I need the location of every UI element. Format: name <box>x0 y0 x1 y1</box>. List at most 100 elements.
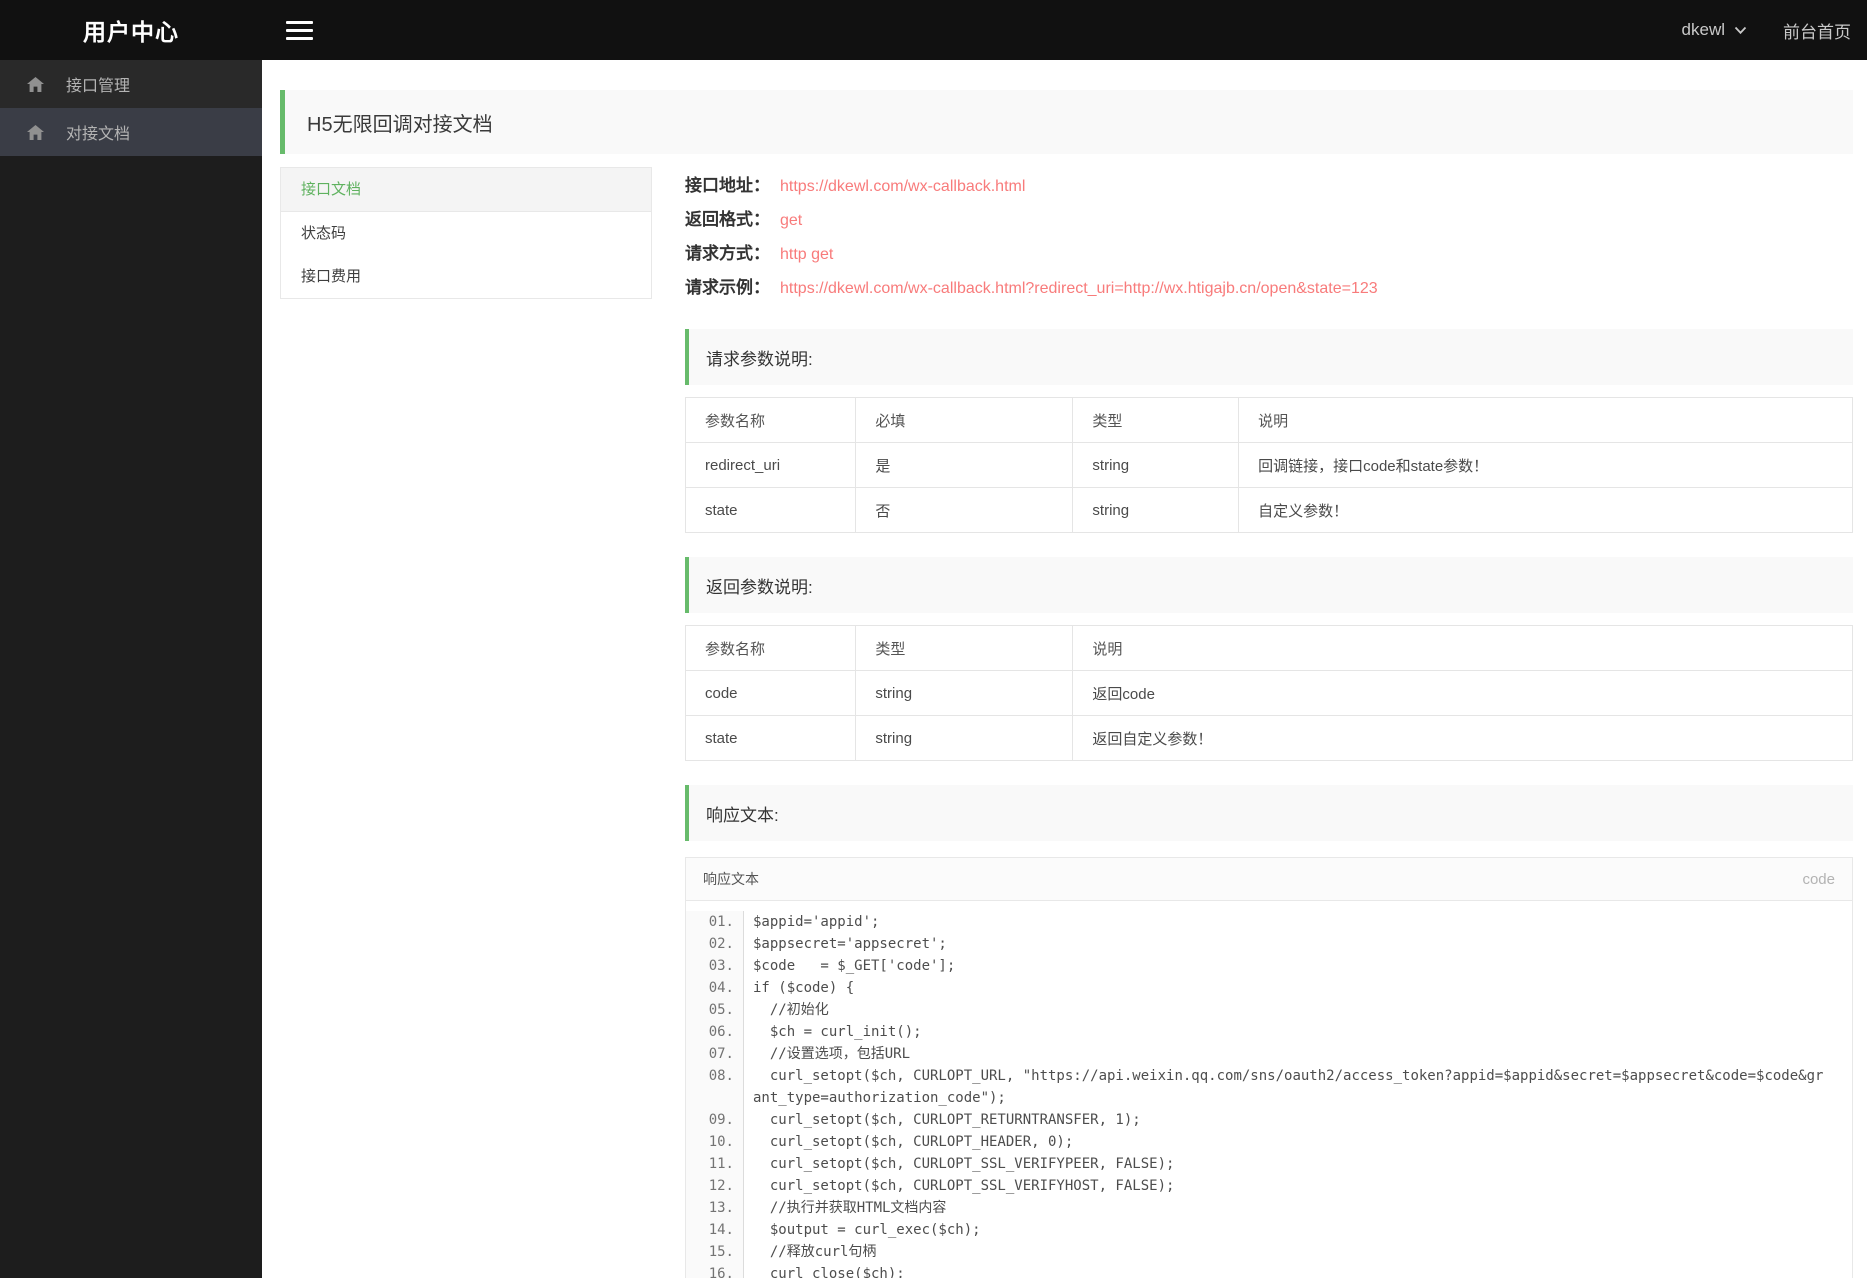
code-language-badge: code <box>1802 870 1835 888</box>
code-line: 08. curl_setopt($ch, CURLOPT_URL, "https… <box>686 1065 1852 1109</box>
code-line: 01. $appid='appid'; <box>686 911 1852 933</box>
table-cell: string <box>855 670 1074 716</box>
response-text-section-header: 响应文本: <box>685 785 1853 841</box>
code-text: $code = $_GET['code']; <box>753 958 956 974</box>
table-cell: string <box>855 715 1074 761</box>
info-value[interactable]: http get <box>780 246 833 263</box>
hamburger-menu-icon[interactable] <box>282 12 317 49</box>
line-number: 12. <box>686 1175 744 1197</box>
column-header: 说明 <box>1072 625 1853 671</box>
code-text: curl_setopt($ch, CURLOPT_SSL_VERIFYHOST,… <box>753 1178 1175 1194</box>
line-number: 01. <box>686 911 744 933</box>
table-cell: 返回自定义参数！ <box>1072 715 1853 761</box>
code-text: curl_setopt($ch, CURLOPT_HEADER, 0); <box>753 1134 1074 1150</box>
table-cell: string <box>1072 487 1240 533</box>
api-info-block: 接口地址： https://dkewl.com/wx-callback.html 返… <box>685 167 1853 305</box>
code-line: 06. $ch = curl_init(); <box>686 1021 1852 1043</box>
code-line: 05. //初始化 <box>686 999 1852 1021</box>
line-number: 04. <box>686 977 744 999</box>
chevron-down-icon <box>1734 26 1747 35</box>
line-number: 16. <box>686 1263 744 1278</box>
code-text: $appid='appid'; <box>753 914 880 930</box>
request-params-table: 参数名称 必填 类型 说明 redirect_uri 是 string 回调链接，接口code… <box>684 397 1853 533</box>
line-number: 07. <box>686 1043 744 1065</box>
column-header: 必填 <box>855 397 1074 443</box>
column-header: 说明 <box>1238 397 1853 443</box>
request-params-section-header: 请求参数说明: <box>685 329 1853 385</box>
line-number: 10. <box>686 1131 744 1153</box>
response-params-table: 参数名称 类型 说明 code string 返回code state string 返回自定义… <box>684 625 1853 761</box>
code-panel-header: 响应文本 code <box>686 858 1852 901</box>
hamburger-bar <box>286 28 313 32</box>
table-header-row: 参数名称 类型 说明 <box>684 625 1853 671</box>
code-text: //初始化 <box>753 1002 829 1018</box>
hamburger-bar <box>286 20 313 24</box>
line-number: 03. <box>686 955 744 977</box>
table-row: redirect_uri 是 string 回调链接，接口code和state参数！ <box>684 442 1853 488</box>
column-header: 参数名称 <box>684 397 857 443</box>
section-title: 返回参数说明: <box>706 577 813 597</box>
column-header: 类型 <box>1072 397 1240 443</box>
code-text: //执行并获取HTML文档内容 <box>753 1200 947 1216</box>
home-icon <box>27 76 44 92</box>
info-label: 接口地址： <box>685 176 770 195</box>
sidebar-item-0[interactable]: 接口管理 <box>0 60 262 108</box>
table-row: code string 返回code <box>684 670 1853 716</box>
code-line: 07. //设置选项，包括URL <box>686 1043 1852 1065</box>
line-number: 11. <box>686 1153 744 1175</box>
table-cell: 是 <box>855 442 1074 488</box>
table-row: state string 返回自定义参数！ <box>684 715 1853 761</box>
hamburger-bar <box>286 36 313 40</box>
header-right: dkewl 前台首页 <box>1682 18 1867 43</box>
line-number: 06. <box>686 1021 744 1043</box>
sidebar-item-1[interactable]: 对接文档 <box>0 108 262 156</box>
info-label: 请求示例： <box>685 278 770 297</box>
section-title: 请求参数说明: <box>706 349 813 369</box>
sidebar-item-label: 接口管理 <box>66 78 131 95</box>
doc-column: 接口地址： https://dkewl.com/wx-callback.html 返… <box>684 167 1853 1278</box>
table-cell: state <box>684 487 857 533</box>
code-line: 15. //释放curl句柄 <box>686 1241 1852 1263</box>
code-line: 16. curl_close($ch); <box>686 1263 1852 1278</box>
code-text: $ch = curl_init(); <box>753 1024 922 1040</box>
code-line: 14. $output = curl_exec($ch); <box>686 1219 1852 1241</box>
table-cell: 返回code <box>1072 670 1853 716</box>
code-text: //释放curl句柄 <box>753 1244 877 1260</box>
code-line: 09. curl_setopt($ch, CURLOPT_RETURNTRANS… <box>686 1109 1852 1131</box>
line-number: 15. <box>686 1241 744 1263</box>
code-text: $appsecret='appsecret'; <box>753 936 947 952</box>
table-header-row: 参数名称 必填 类型 说明 <box>684 397 1853 443</box>
code-line: 10. curl_setopt($ch, CURLOPT_HEADER, 0); <box>686 1131 1852 1153</box>
table-cell: state <box>684 715 857 761</box>
code-text: $output = curl_exec($ch); <box>753 1222 981 1238</box>
submenu-item-0[interactable]: 接口文档 <box>281 168 651 212</box>
sidebar-item-label: 对接文档 <box>66 126 131 143</box>
code-line: 04. if ($code) { <box>686 977 1852 999</box>
code-text: curl_setopt($ch, CURLOPT_RETURNTRANSFER,… <box>753 1112 1141 1128</box>
code-text: curl_close($ch); <box>753 1266 905 1278</box>
code-text: curl_setopt($ch, CURLOPT_SSL_VERIFYPEER,… <box>753 1156 1175 1172</box>
table-cell: 自定义参数！ <box>1238 487 1853 533</box>
info-label: 请求方式： <box>685 244 770 263</box>
app-brand: 用户中心 <box>83 19 179 45</box>
submenu-item-2[interactable]: 接口费用 <box>281 255 651 298</box>
top-header: 用户中心 dkewl 前台首页 <box>0 0 1867 60</box>
line-number: 13. <box>686 1197 744 1219</box>
info-value[interactable]: https://dkewl.com/wx-callback.html?redir… <box>780 280 1378 297</box>
info-value: get <box>780 212 803 229</box>
table-cell: string <box>1072 442 1240 488</box>
code-line: 12. curl_setopt($ch, CURLOPT_SSL_VERIFYH… <box>686 1175 1852 1197</box>
sidebar: 接口管理 对接文档 <box>0 60 262 1278</box>
user-dropdown[interactable]: dkewl <box>1682 20 1747 40</box>
table-row: state 否 string 自定义参数！ <box>684 487 1853 533</box>
code-text: if ($code) { <box>753 980 855 996</box>
front-home-link[interactable]: 前台首页 <box>1783 18 1851 43</box>
line-number: 14. <box>686 1219 744 1241</box>
line-number: 09. <box>686 1109 744 1131</box>
info-row-1: 返回格式： get <box>685 203 1853 237</box>
table-cell: 回调链接，接口code和state参数！ <box>1238 442 1853 488</box>
table-cell: 否 <box>855 487 1074 533</box>
info-value[interactable]: https://dkewl.com/wx-callback.html <box>780 178 1025 195</box>
section-title: 响应文本: <box>706 805 779 825</box>
submenu-item-1[interactable]: 状态码 <box>281 212 651 255</box>
